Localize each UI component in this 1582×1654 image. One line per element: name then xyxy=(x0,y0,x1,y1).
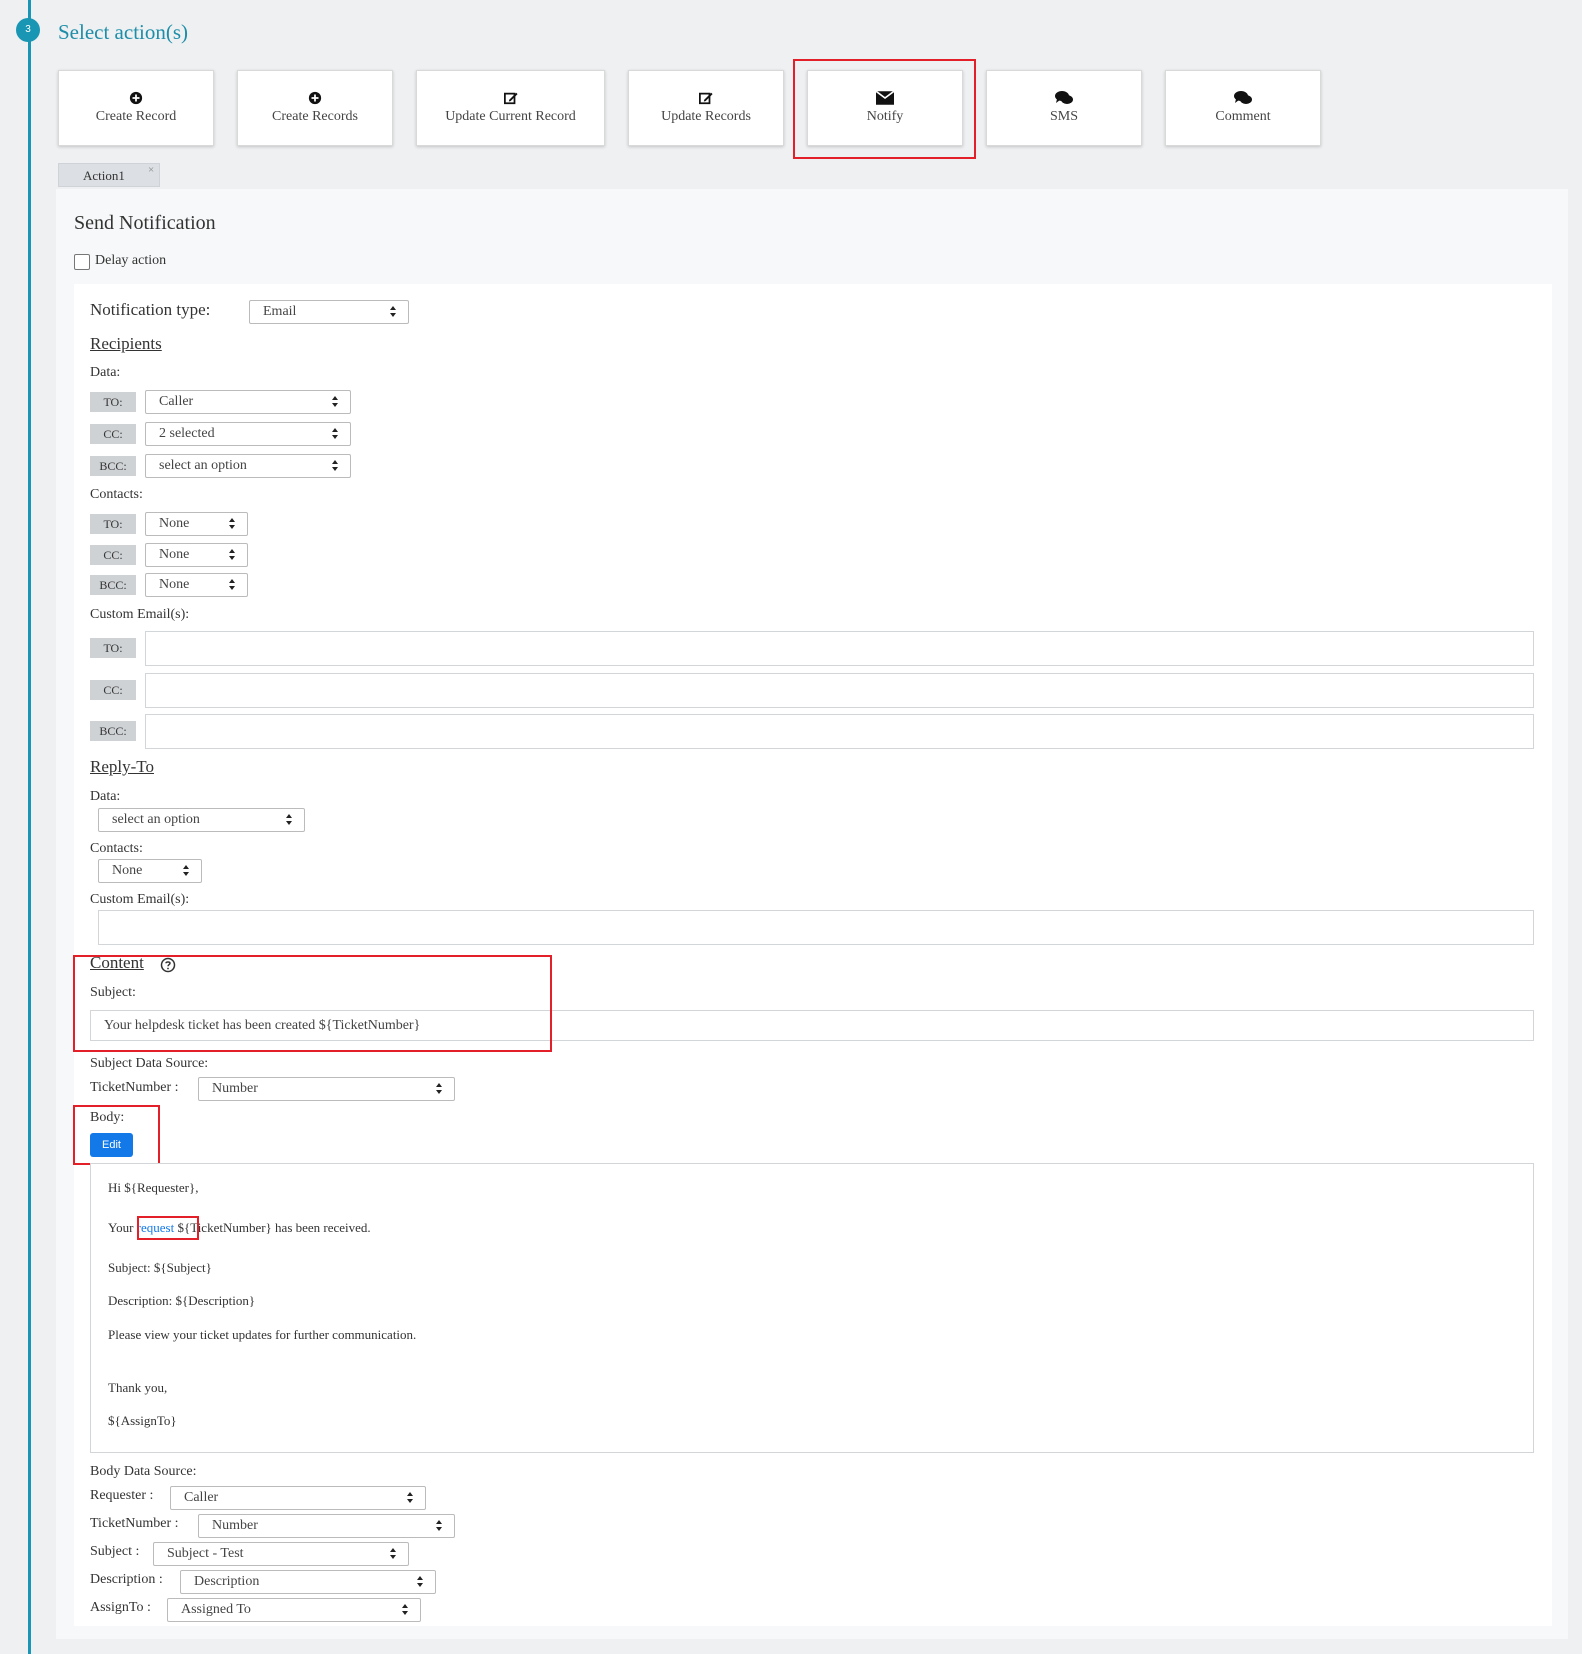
custom-bcc-tag: BCC: xyxy=(90,721,136,741)
comment-button[interactable]: Comment xyxy=(1165,70,1321,146)
custom-cc-input[interactable] xyxy=(145,673,1534,708)
comment-label: Comment xyxy=(1215,109,1271,124)
edit-icon xyxy=(503,92,518,105)
body-highlight-box xyxy=(73,1105,160,1165)
recipients-contacts-label: Contacts: xyxy=(90,487,143,502)
subject-data-source-label: Subject Data Source: xyxy=(90,1056,209,1071)
edit-icon xyxy=(699,92,713,105)
plus-circle-icon xyxy=(308,91,322,105)
contacts-to-tag: TO: xyxy=(90,514,136,534)
update-current-record-button[interactable]: Update Current Record xyxy=(416,70,605,146)
create-record-button[interactable]: Create Record xyxy=(58,70,214,146)
custom-bcc-input[interactable] xyxy=(145,714,1534,749)
data-bcc-select[interactable]: select an option xyxy=(145,454,351,478)
custom-to-tag: TO: xyxy=(90,638,136,658)
delay-action-checkbox[interactable] xyxy=(74,254,90,270)
body-data-source-label: Body Data Source: xyxy=(90,1464,197,1479)
data-to-tag: TO: xyxy=(90,392,136,412)
contacts-cc-select[interactable]: None xyxy=(145,543,248,567)
body-line-signature: ${AssignTo} xyxy=(108,1413,177,1428)
comments-icon xyxy=(1234,91,1252,104)
body-source-assignto-label: AssignTo : xyxy=(90,1600,151,1615)
subject-source-select[interactable]: Number xyxy=(198,1077,455,1101)
timeline-rail xyxy=(28,0,31,1654)
comments-icon xyxy=(1055,91,1073,104)
content-highlight-box xyxy=(73,955,552,1052)
recipients-heading[interactable]: Recipients xyxy=(90,334,162,354)
custom-to-input[interactable] xyxy=(145,631,1534,666)
contacts-to-select[interactable]: None xyxy=(145,512,248,536)
contacts-cc-tag: CC: xyxy=(90,545,136,565)
body-source-ticketnumber-select[interactable]: Number xyxy=(198,1514,455,1538)
create-records-label: Create Records xyxy=(272,109,358,124)
sms-label: SMS xyxy=(1049,109,1079,124)
sms-button[interactable]: SMS xyxy=(986,70,1142,146)
body-line-description: Description: ${Description} xyxy=(108,1293,256,1308)
update-records-label: Update Records xyxy=(661,109,751,124)
tab-close-icon[interactable]: × xyxy=(148,164,154,176)
reply-to-data-select[interactable]: select an option xyxy=(98,808,305,832)
recipients-custom-label: Custom Email(s): xyxy=(90,607,190,622)
body-source-assignto-select[interactable]: Assigned To xyxy=(167,1598,421,1622)
body-source-description-select[interactable]: Description xyxy=(180,1570,436,1594)
delay-action-label: Delay action xyxy=(95,253,167,268)
data-bcc-tag: BCC: xyxy=(90,456,136,476)
create-record-label: Create Record xyxy=(95,109,177,124)
notification-type-select[interactable]: Email xyxy=(249,300,409,324)
body-source-requester-label: Requester : xyxy=(90,1488,154,1503)
body-source-ticketnumber-label: TicketNumber : xyxy=(90,1516,179,1531)
body-line-thanks: Thank you, xyxy=(108,1380,168,1395)
reply-to-custom-label: Custom Email(s): xyxy=(90,892,190,907)
panel-title: Send Notification xyxy=(74,212,216,234)
notification-type-label: Notification type: xyxy=(90,300,211,319)
body-source-requester-select[interactable]: Caller xyxy=(170,1486,426,1510)
update-current-record-label: Update Current Record xyxy=(445,109,576,124)
body-source-subject-select[interactable]: Subject - Test xyxy=(153,1542,409,1566)
recipients-data-label: Data: xyxy=(90,365,121,380)
reply-to-data-label: Data: xyxy=(90,789,121,804)
contacts-bcc-tag: BCC: xyxy=(90,575,136,595)
body-line-greeting: Hi ${Requester}, xyxy=(108,1180,199,1195)
create-records-button[interactable]: Create Records xyxy=(237,70,393,146)
body-editor[interactable] xyxy=(90,1163,1534,1453)
reply-to-custom-input[interactable] xyxy=(98,910,1534,945)
request-highlight-box xyxy=(137,1216,199,1240)
reply-to-heading[interactable]: Reply-To xyxy=(90,757,154,777)
custom-cc-tag: CC: xyxy=(90,680,136,700)
tab-action1[interactable]: Action1 xyxy=(58,163,160,187)
step-title: Select action(s) xyxy=(58,20,189,44)
subject-source-field-label: TicketNumber : xyxy=(90,1080,179,1095)
reply-to-contacts-label: Contacts: xyxy=(90,841,143,856)
update-records-button[interactable]: Update Records xyxy=(628,70,784,146)
data-to-select[interactable]: Caller xyxy=(145,390,351,414)
data-cc-tag: CC: xyxy=(90,424,136,444)
body-line-subject: Subject: ${Subject} xyxy=(108,1260,212,1275)
body-source-subject-label: Subject : xyxy=(90,1544,140,1559)
contacts-bcc-select[interactable]: None xyxy=(145,573,248,597)
step-number-badge: 3 xyxy=(16,18,40,42)
plus-circle-icon xyxy=(129,91,143,105)
body-source-description-label: Description : xyxy=(90,1572,163,1587)
notify-highlight-box xyxy=(793,59,976,159)
reply-to-contacts-select[interactable]: None xyxy=(98,859,202,883)
body-line-updates: Please view your ticket updates for furt… xyxy=(108,1327,417,1342)
data-cc-select[interactable]: 2 selected xyxy=(145,422,351,446)
